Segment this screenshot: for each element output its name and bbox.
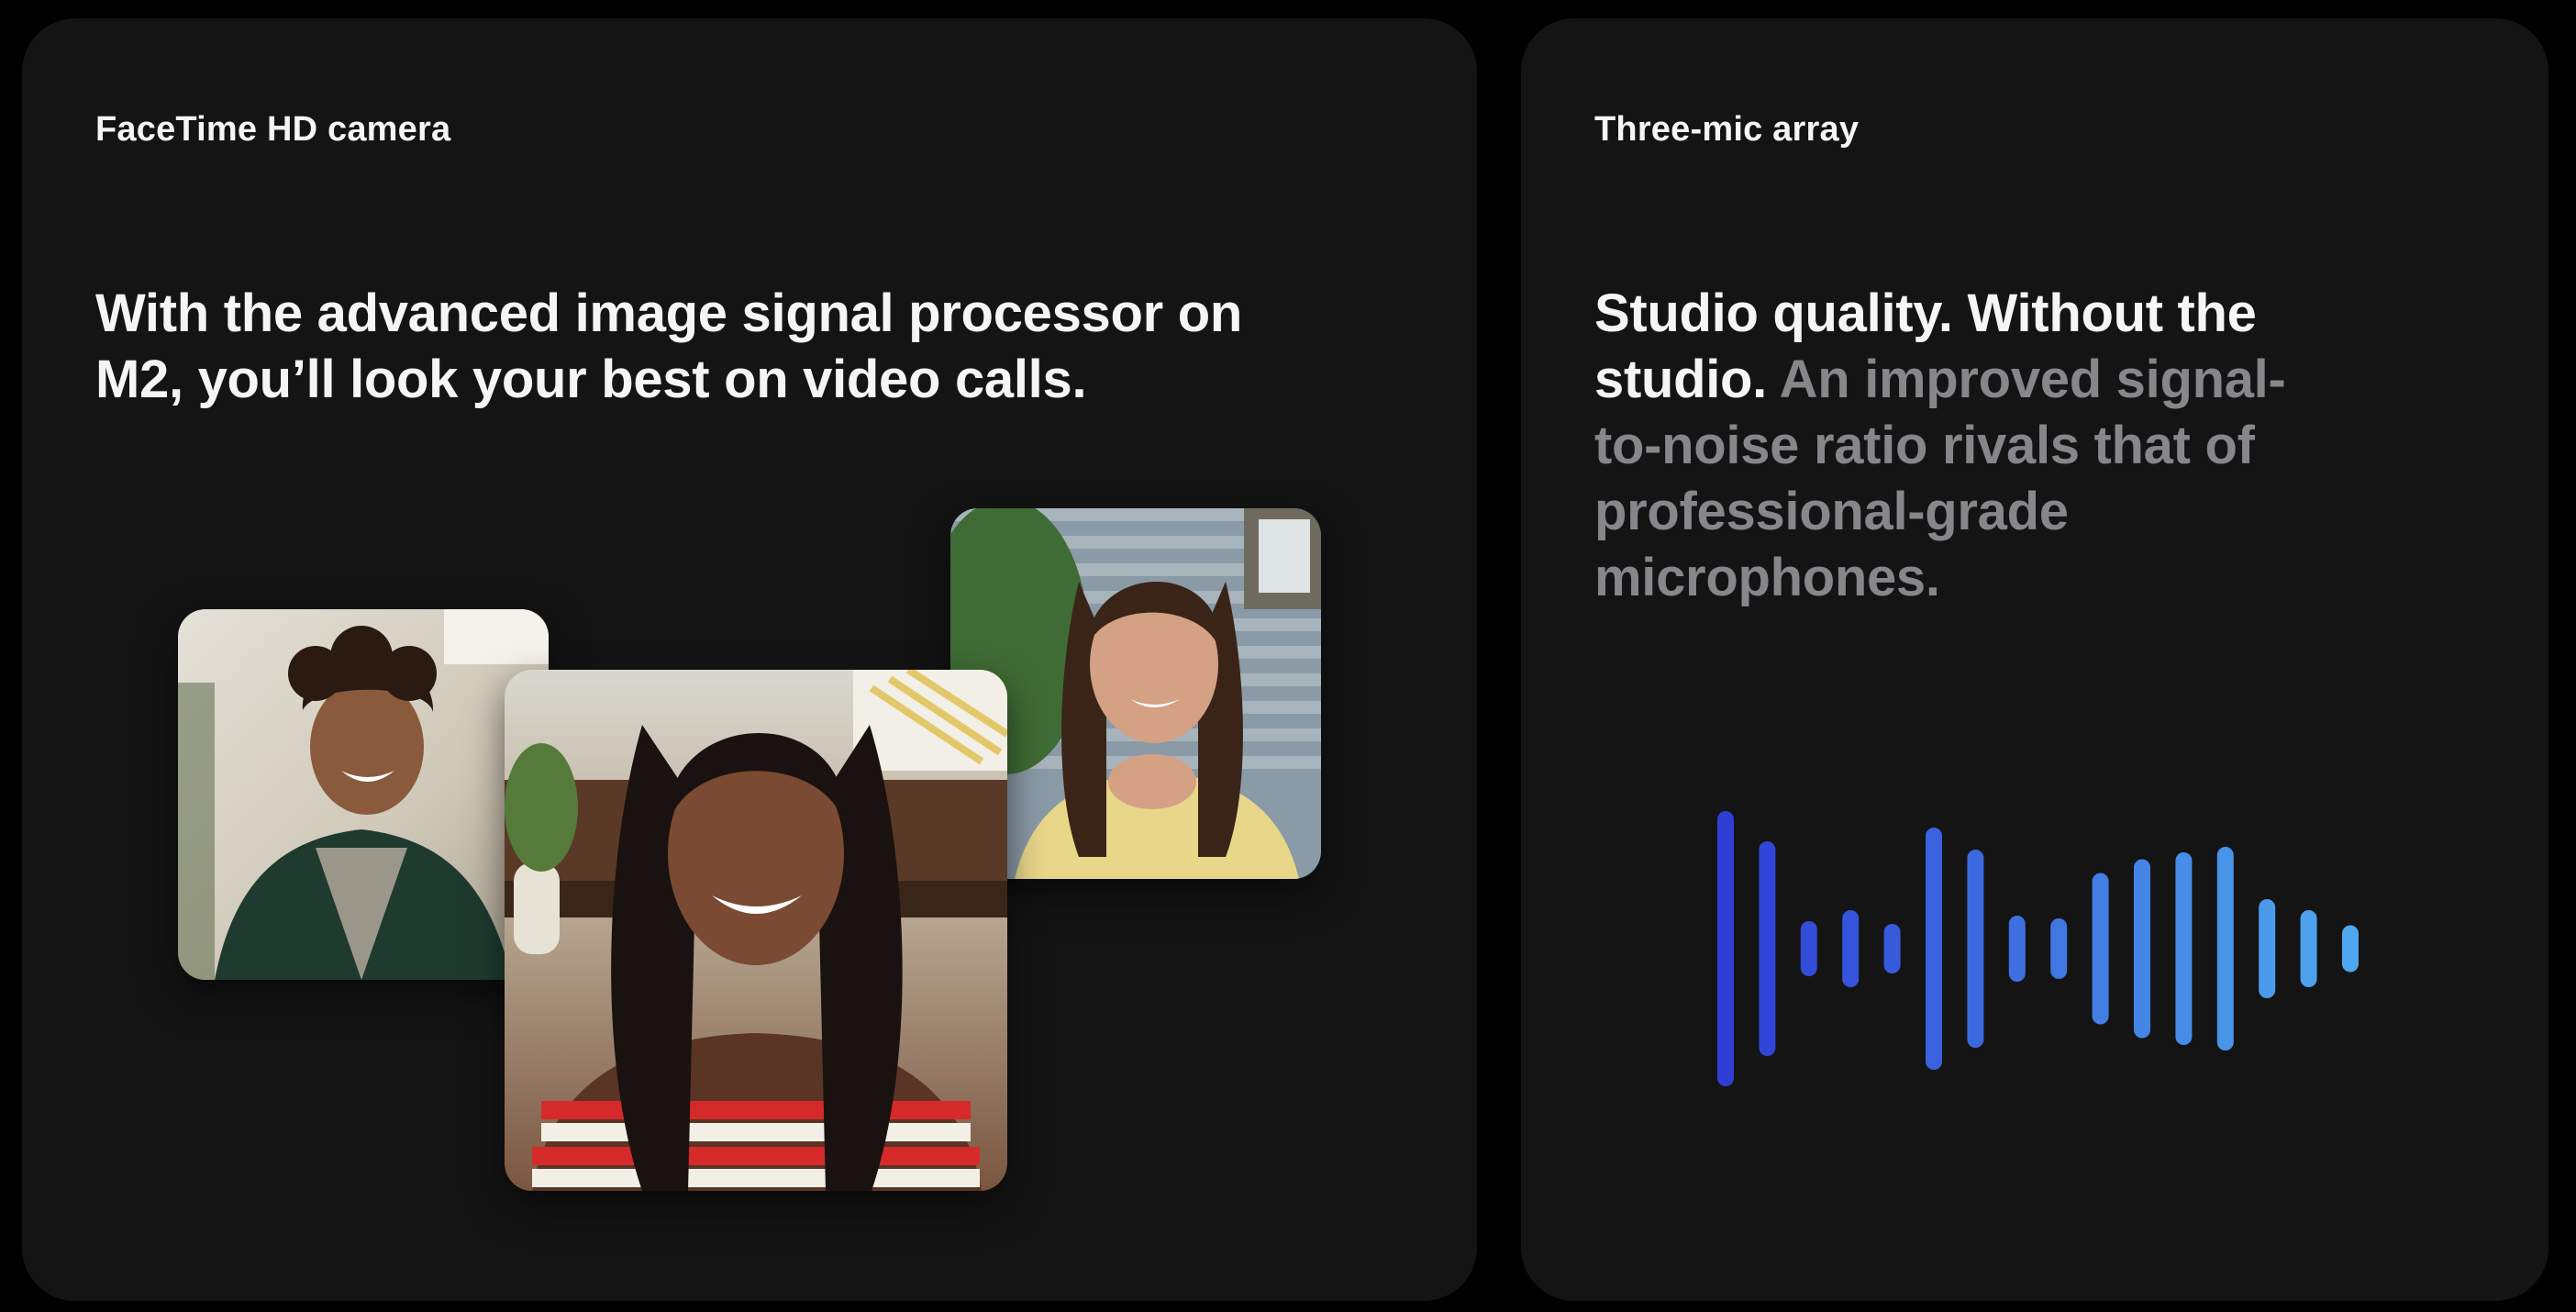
person-video-image bbox=[505, 670, 1007, 1191]
waveform-bar bbox=[1883, 924, 1901, 973]
waveform-bar bbox=[2300, 910, 2317, 987]
waveform-bar bbox=[1967, 850, 1984, 1048]
waveform-bars bbox=[1717, 811, 2359, 1086]
waveform-bar bbox=[2216, 847, 2234, 1051]
waveform-bar bbox=[2008, 916, 2026, 982]
audio-waveform-icon bbox=[1717, 811, 2359, 1086]
waveform-bar bbox=[2175, 852, 2193, 1045]
waveform-bar bbox=[1842, 910, 1860, 987]
participant-center-video bbox=[505, 670, 1007, 1191]
waveform-bar bbox=[1759, 841, 1776, 1056]
waveform-bar bbox=[1926, 828, 1942, 1070]
waveform-bar bbox=[2050, 918, 2068, 979]
page: FaceTime HD camera With the advanced ima… bbox=[0, 0, 2576, 1312]
card-headline: With the advanced image signal processor… bbox=[95, 284, 1242, 409]
waveform-bar bbox=[1800, 921, 1817, 976]
participant-left-video bbox=[178, 609, 549, 980]
three-mic-array-card: Three-mic array Studio quality. Without … bbox=[1521, 18, 2548, 1301]
person-video-image bbox=[178, 609, 549, 980]
waveform-bar bbox=[2134, 859, 2150, 1039]
card-eyebrow: FaceTime HD camera bbox=[95, 110, 451, 149]
waveform-bar bbox=[1717, 811, 1734, 1086]
facetime-camera-card: FaceTime HD camera With the advanced ima… bbox=[22, 18, 1477, 1301]
waveform-bar bbox=[2092, 873, 2109, 1025]
waveform-bar bbox=[2259, 899, 2276, 998]
waveform-bar bbox=[2342, 925, 2359, 973]
